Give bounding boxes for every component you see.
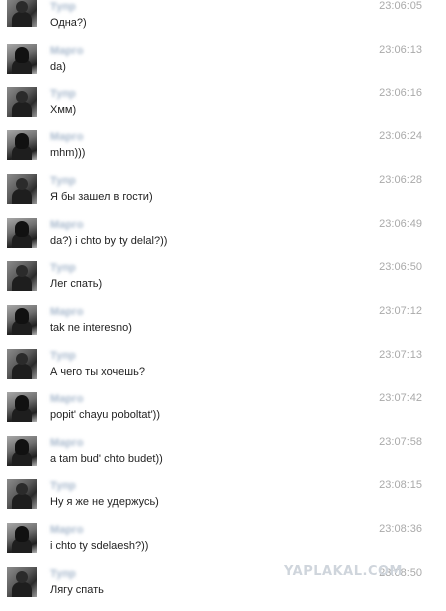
avatar[interactable] — [7, 349, 37, 379]
message-row: Тупр 23:06:16 Хмм) — [0, 87, 446, 131]
sender-name[interactable]: Тупр — [50, 480, 76, 492]
avatar[interactable] — [7, 174, 37, 204]
sender-name[interactable]: Тупр — [50, 88, 76, 100]
avatar[interactable] — [7, 479, 37, 509]
message-text: Хмм) — [50, 104, 77, 116]
watermark: YAPLAKAL.COM — [284, 564, 403, 579]
message-row: Маргo 23:07:42 popit' chayu poboltat')) — [0, 392, 446, 436]
sender-name[interactable]: Тупр — [50, 262, 76, 274]
sender-name[interactable]: Маргo — [50, 131, 83, 143]
message-time: 23:06:13 — [379, 44, 422, 56]
sender-name[interactable]: Маргo — [50, 437, 83, 449]
message-text: da) — [50, 61, 66, 73]
avatar[interactable] — [7, 392, 37, 422]
sender-name[interactable]: Тупр — [50, 568, 76, 580]
message-text: a tam bud' chto budet)) — [50, 453, 163, 465]
chat-log: Тупр 23:06:05 Одна?) Маргo 23:06:13 da) Тупр 23… — [0, 0, 446, 604]
sender-name[interactable]: Маргo — [50, 219, 83, 231]
sender-name[interactable]: Тупр — [50, 175, 76, 187]
avatar[interactable] — [7, 218, 37, 248]
message-time: 23:08:15 — [379, 479, 422, 491]
message-time: 23:07:13 — [379, 349, 422, 361]
message-row: Маргo 23:07:12 tak ne interesno) — [0, 305, 446, 349]
message-time: 23:07:42 — [379, 392, 422, 404]
message-text: А чего ты хочешь? — [50, 366, 145, 378]
message-text: da?) i chto by ty delal?)) — [50, 235, 168, 247]
avatar[interactable] — [7, 305, 37, 335]
sender-name[interactable]: Маргo — [50, 45, 83, 57]
message-row: Маргo 23:08:36 i chto ty sdelaesh?)) — [0, 523, 446, 567]
sender-name[interactable]: Маргo — [50, 524, 83, 536]
message-text: Лег спать) — [50, 278, 103, 290]
message-text: popit' chayu poboltat')) — [50, 409, 160, 421]
message-row: Тупр 23:06:05 Одна?) — [0, 0, 446, 44]
message-text: Одна?) — [50, 17, 87, 29]
message-text: tak ne interesno) — [50, 322, 132, 334]
message-row: Маргo 23:06:24 mhm))) — [0, 130, 446, 174]
message-text: Ну я же не удержусь) — [50, 496, 159, 508]
message-time: 23:07:12 — [379, 305, 422, 317]
avatar[interactable] — [7, 130, 37, 160]
message-text: i chto ty sdelaesh?)) — [50, 540, 149, 552]
avatar[interactable] — [7, 44, 37, 74]
message-row: Маргo 23:06:49 da?) i chto by ty delal?)) — [0, 218, 446, 262]
message-row: Тупр 23:06:28 Я бы зашел в гости) — [0, 174, 446, 218]
message-time: 23:06:49 — [379, 218, 422, 230]
avatar[interactable] — [7, 0, 37, 27]
message-row: Тупр 23:08:15 Ну я же не удержусь) — [0, 479, 446, 523]
avatar[interactable] — [7, 261, 37, 291]
message-time: 23:06:50 — [379, 261, 422, 273]
message-text: Лягу спать — [50, 584, 104, 596]
message-time: 23:08:36 — [379, 523, 422, 535]
sender-name[interactable]: Маргo — [50, 306, 83, 318]
message-row: Маргo 23:07:58 a tam bud' chto budet)) — [0, 436, 446, 480]
sender-name[interactable]: Маргo — [50, 393, 83, 405]
avatar[interactable] — [7, 567, 37, 597]
message-time: 23:06:16 — [379, 87, 422, 99]
message-row: Тупр 23:07:13 А чего ты хочешь? — [0, 349, 446, 393]
message-time: 23:06:05 — [379, 0, 422, 12]
avatar[interactable] — [7, 87, 37, 117]
message-row: Маргo 23:06:13 da) — [0, 44, 446, 88]
message-time: 23:06:24 — [379, 130, 422, 142]
message-text: Я бы зашел в гости) — [50, 191, 153, 203]
message-time: 23:07:58 — [379, 436, 422, 448]
sender-name[interactable]: Тупр — [50, 1, 76, 13]
avatar[interactable] — [7, 436, 37, 466]
message-time: 23:06:28 — [379, 174, 422, 186]
message-row: Тупр 23:06:50 Лег спать) — [0, 261, 446, 305]
sender-name[interactable]: Тупр — [50, 350, 76, 362]
message-text: mhm))) — [50, 147, 86, 159]
avatar[interactable] — [7, 523, 37, 553]
